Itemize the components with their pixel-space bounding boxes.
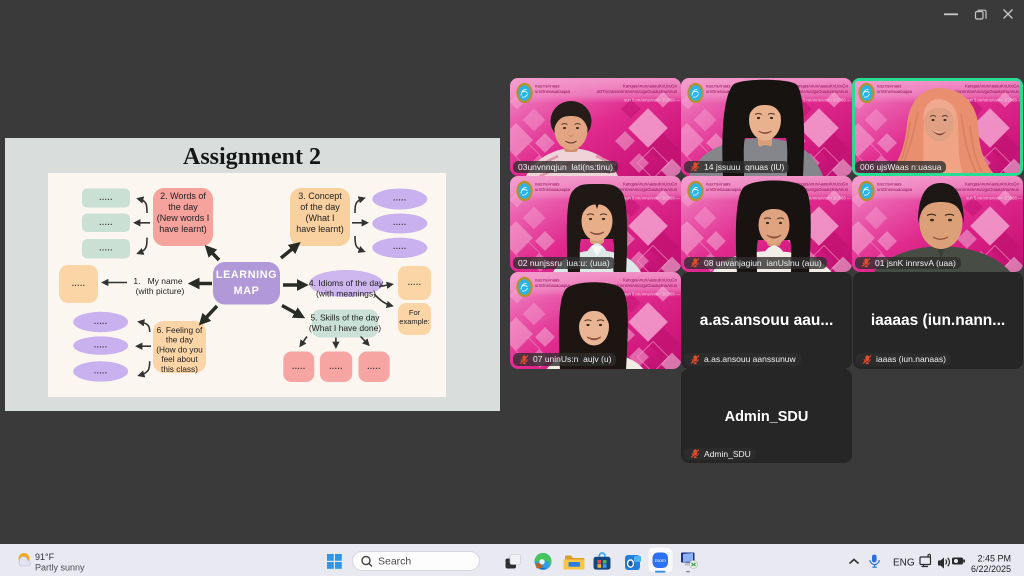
svg-text:this class): this class) [161, 364, 198, 374]
svg-text:.....: ..... [94, 341, 108, 350]
svg-text:.....: ..... [367, 362, 381, 371]
svg-text:(with picture): (with picture) [136, 286, 185, 296]
svg-text:2. Words of: 2. Words of [160, 191, 206, 201]
svg-text:.....: ..... [99, 193, 113, 202]
svg-text:of the day: of the day [300, 202, 340, 212]
svg-text:.....: ..... [329, 362, 343, 371]
svg-text:For: For [409, 308, 421, 317]
svg-text:Search: Search [378, 556, 411, 568]
svg-text:feel about: feel about [161, 354, 198, 364]
svg-text:6. Feeling of: 6. Feeling of [157, 325, 203, 335]
svg-text:the day: the day [166, 335, 194, 345]
svg-text:(How do you: (How do you [156, 344, 203, 354]
svg-text:(New words I: (New words I [157, 213, 210, 223]
svg-text:(with meanings): (with meanings) [316, 289, 376, 299]
svg-text:.....: ..... [99, 218, 113, 227]
svg-text:.....: ..... [94, 317, 108, 326]
svg-text:have learnt): have learnt) [159, 224, 207, 234]
svg-text:LEARNING: LEARNING [216, 269, 277, 281]
svg-text:6/22/2025: 6/22/2025 [971, 564, 1011, 574]
svg-text:(What I: (What I [305, 213, 334, 223]
svg-text:MAP: MAP [234, 285, 260, 297]
svg-text:4. Idioms of the day: 4. Idioms of the day [309, 278, 384, 288]
svg-text:.....: ..... [72, 279, 86, 288]
svg-text:Partly sunny: Partly sunny [35, 563, 85, 573]
svg-text:2:45 PM: 2:45 PM [977, 554, 1011, 564]
svg-text:the day: the day [168, 202, 198, 212]
svg-text:5. Skills of the day: 5. Skills of the day [311, 313, 381, 323]
svg-text:zoom: zoom [655, 558, 666, 563]
svg-text:.....: ..... [393, 242, 407, 251]
svg-text:.....: ..... [393, 194, 407, 203]
svg-text:.....: ..... [94, 367, 108, 376]
svg-text:example:: example: [399, 317, 429, 326]
svg-text:have learnt): have learnt) [296, 224, 344, 234]
svg-text:ENG: ENG [893, 558, 915, 569]
svg-text:(What I have done): (What I have done) [309, 323, 381, 333]
svg-text:.....: ..... [292, 362, 306, 371]
svg-text:.....: ..... [99, 244, 113, 253]
svg-text:91°F: 91°F [35, 552, 55, 562]
svg-text:.....: ..... [393, 218, 407, 227]
svg-text:3. Concept: 3. Concept [298, 191, 342, 201]
svg-text:1. My name: 1. My name [133, 276, 182, 286]
svg-text:.....: ..... [408, 278, 422, 287]
svg-text:Assignment 2: Assignment 2 [183, 144, 321, 170]
